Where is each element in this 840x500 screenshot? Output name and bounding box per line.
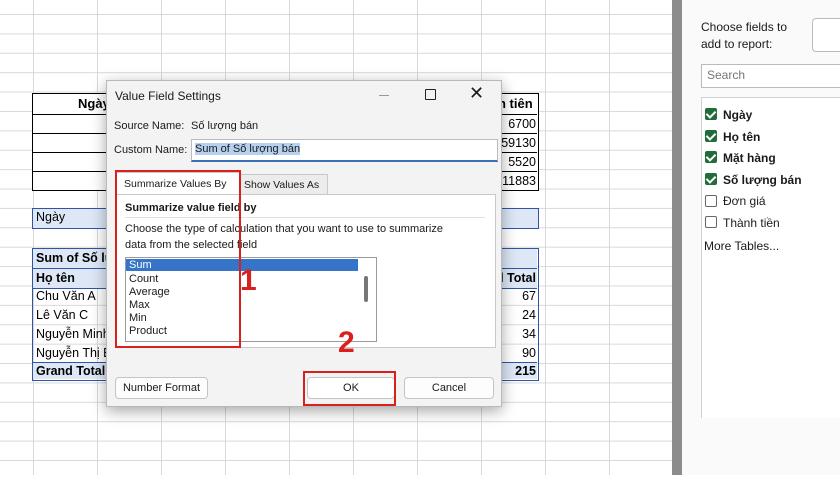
- number-format-button[interactable]: Number Format: [115, 377, 208, 399]
- close-icon[interactable]: ✕: [469, 83, 484, 104]
- tab-show-values-as[interactable]: Show Values As: [239, 174, 328, 195]
- field-list-box: [701, 97, 840, 418]
- status-area: [0, 475, 840, 500]
- custom-name-value: Sum of Số lượng bán: [195, 143, 301, 155]
- field-list-heading-2: add to report:: [701, 37, 773, 51]
- source-name-value: Số lượng bán: [191, 120, 259, 132]
- more-tables-link[interactable]: More Tables...: [704, 239, 779, 253]
- pivot-row-name: Nguyễn Minh: [36, 327, 110, 341]
- pivot-field-list: Choose fields to add to report: Search N…: [682, 0, 840, 480]
- field-label: Thành tiền: [723, 216, 780, 230]
- pivot-grand-total-label: Grand Total: [36, 364, 106, 378]
- minimize-icon[interactable]: [379, 95, 389, 96]
- custom-name-label: Custom Name:: [114, 144, 188, 156]
- pivot-row-name: Lê Văn C: [36, 308, 89, 322]
- field-list-heading: Choose fields to: [701, 20, 788, 34]
- field-search-input[interactable]: Search: [701, 64, 840, 88]
- field-label: Họ tên: [723, 130, 761, 144]
- field-checkbox-so-luong-ban[interactable]: [705, 173, 717, 185]
- maximize-icon[interactable]: [425, 89, 436, 100]
- field-label: Ngày: [723, 108, 753, 122]
- annotation-box-summarize: [115, 170, 241, 348]
- date-table-header-right: h tiên: [498, 96, 533, 111]
- dialog-title: Value Field Settings: [115, 89, 221, 103]
- custom-name-input[interactable]: Sum of Số lượng bán: [191, 139, 498, 162]
- pivot-row-name: Chu Văn A: [36, 289, 96, 303]
- field-checkbox-don-gia[interactable]: [705, 195, 717, 207]
- field-checkbox-thanh-tien[interactable]: [705, 216, 717, 228]
- field-checkbox-ngay[interactable]: [705, 108, 717, 120]
- annotation-box-ok: [303, 371, 396, 406]
- field-label: Số lượng bán: [723, 173, 802, 187]
- field-checkbox-mat-hang[interactable]: [705, 151, 717, 163]
- field-label: Mặt hàng: [723, 151, 776, 165]
- search-placeholder: Search: [707, 68, 746, 82]
- pivot-title: Sum of Số lu: [36, 251, 113, 265]
- field-checkbox-ho-ten[interactable]: [705, 130, 717, 142]
- listbox-scrollbar[interactable]: [364, 276, 368, 302]
- annotation-number-1: 1: [240, 264, 257, 297]
- annotation-number-2: 2: [338, 326, 355, 359]
- field-label: Đơn giá: [723, 194, 766, 208]
- pivot-col-header-name: Họ tên: [36, 271, 75, 285]
- cancel-button[interactable]: Cancel: [404, 377, 494, 399]
- source-name-label: Source Name:: [114, 120, 185, 132]
- pivot-row-name: Nguyễn Thị B: [36, 346, 112, 360]
- field-list-settings-button[interactable]: [812, 18, 840, 52]
- pivot-filter-label: Ngày: [36, 210, 66, 224]
- pane-splitter[interactable]: [672, 0, 682, 480]
